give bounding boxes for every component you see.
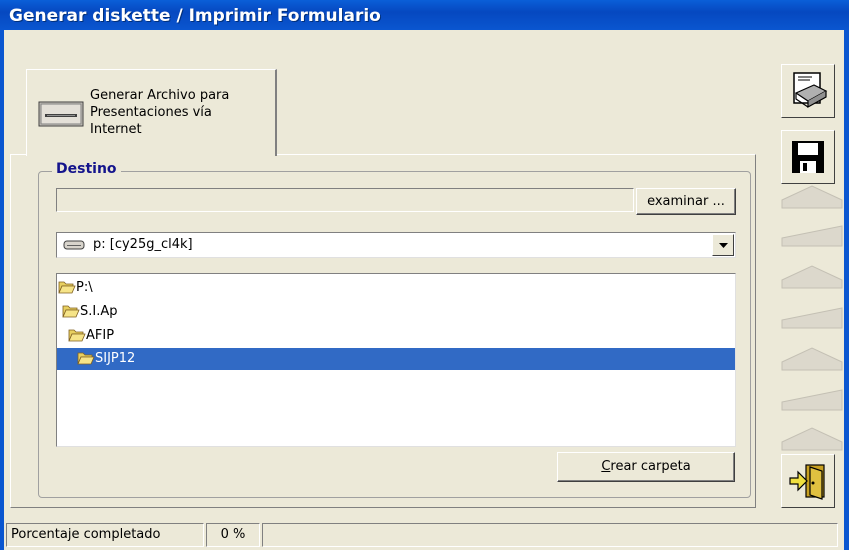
crear-accel: C: [601, 459, 611, 474]
window-frame-right: [844, 30, 849, 550]
drive-dropdown-button[interactable]: [712, 234, 734, 256]
folder-item-p-root[interactable]: P:\: [58, 277, 98, 299]
drive-selected-value: p: [cy25g_cl4k]: [93, 237, 193, 252]
open-folder-icon: [68, 329, 86, 342]
chevron-down-icon: [719, 243, 728, 248]
exit-button[interactable]: [781, 454, 835, 508]
examinar-button[interactable]: examinar ...: [636, 188, 736, 215]
save-button[interactable]: [781, 130, 835, 184]
open-folder-icon: [62, 305, 80, 318]
open-folder-icon: [58, 281, 76, 294]
crear-carpeta-button[interactable]: Crear carpeta: [557, 452, 735, 482]
folder-item-sijp12[interactable]: SIJP12: [57, 348, 735, 370]
crear-carpeta-label: Crear carpeta: [601, 459, 691, 474]
open-folder-icon: [77, 352, 95, 365]
drive-select[interactable]: p: [cy25g_cl4k]: [56, 232, 736, 258]
print-icon: [793, 72, 828, 109]
exit-door-icon: [789, 464, 825, 500]
folder-item-afip[interactable]: AFIP: [68, 325, 128, 347]
folder-label: P:\: [76, 280, 93, 295]
tab-label-line3: Internet: [90, 122, 142, 137]
floppy-drive-icon: [38, 101, 84, 127]
status-pane-empty: [262, 523, 838, 547]
tab-label-line1: Generar Archivo para: [90, 88, 230, 103]
save-icon: [792, 141, 824, 173]
window-titlebar: Generar diskette / Imprimir Formulario: [0, 0, 849, 30]
print-button[interactable]: [781, 64, 835, 118]
path-field[interactable]: [56, 188, 634, 212]
folder-label: S.I.Ap: [80, 304, 118, 319]
folder-item-siap[interactable]: S.I.Ap: [62, 301, 132, 323]
status-progress-label: Porcentaje completado: [6, 523, 204, 547]
destino-legend: Destino: [52, 161, 121, 177]
drive-icon: [63, 240, 85, 250]
status-progress-value: 0 %: [206, 523, 260, 547]
sidebar-decoration: [781, 185, 843, 451]
folder-label: AFIP: [86, 328, 115, 343]
tab-label: Generar Archivo para Presentaciones vía …: [90, 87, 270, 138]
folder-label: SIJP12: [95, 351, 136, 366]
tab-label-line2: Presentaciones vía: [90, 105, 212, 120]
window-title: Generar diskette / Imprimir Formulario: [9, 6, 381, 26]
